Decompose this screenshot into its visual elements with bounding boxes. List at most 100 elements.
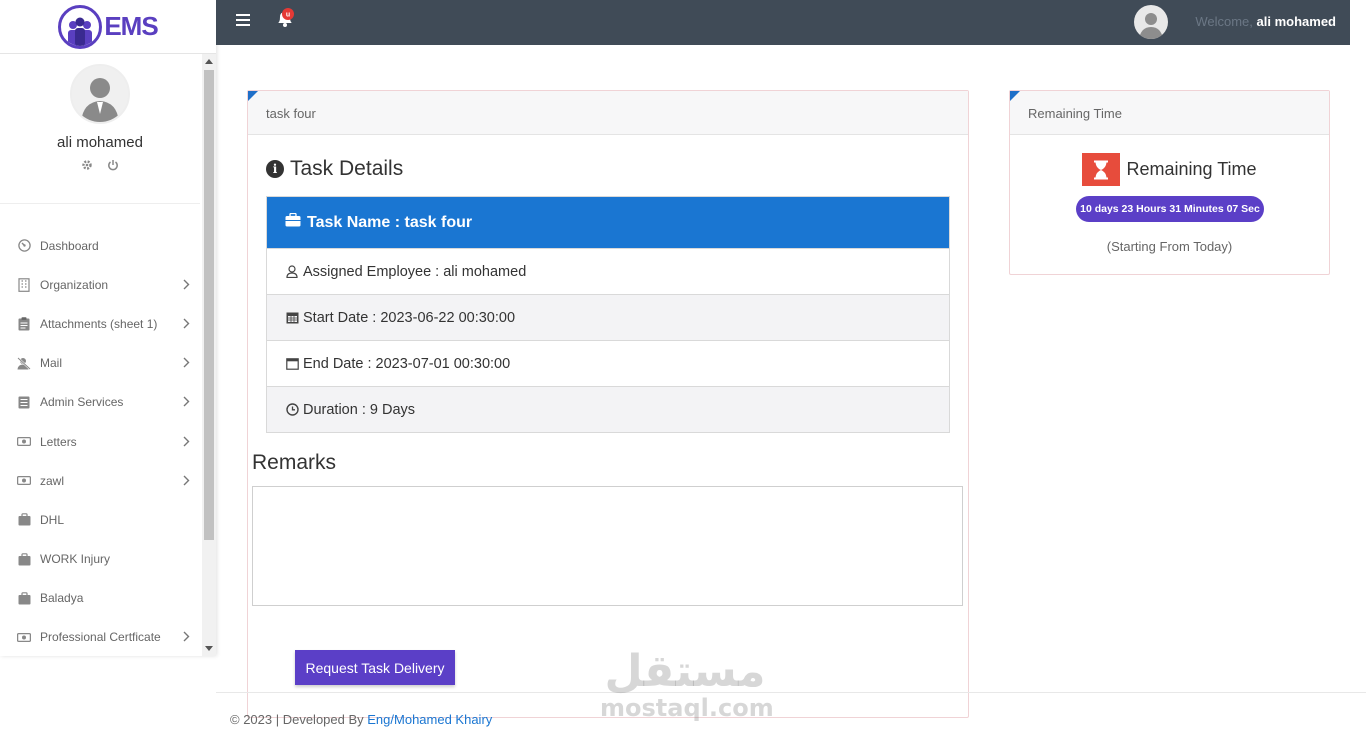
sidebar-profile: ali mohamed	[0, 54, 200, 204]
end-date-text: End Date : 2023-07-01 00:30:00	[303, 355, 511, 372]
card-corner-accent	[248, 91, 258, 101]
logo-text: EMS	[104, 11, 158, 41]
remaining-time-title: Remaining Time	[1010, 153, 1329, 186]
welcome-prefix: Welcome,	[1195, 14, 1253, 29]
user-avatar[interactable]	[1134, 5, 1168, 39]
remaining-time-card-header: Remaining Time	[1010, 91, 1329, 135]
welcome-user-name: ali mohamed	[1256, 14, 1336, 29]
chevron-right-icon	[183, 394, 190, 410]
duration-text: Duration : 9 Days	[303, 401, 416, 418]
countdown-subtitle: (Starting From Today)	[1106, 239, 1233, 254]
mostaql-watermark: مستقل mostaql.com	[600, 646, 774, 722]
task-details-title-text: Task Details	[290, 157, 404, 180]
building-icon	[16, 277, 32, 292]
avatar	[70, 64, 130, 124]
bell-icon[interactable]: u	[274, 8, 298, 35]
scroll-down-arrow[interactable]	[205, 646, 213, 651]
sidebar-item-dhl[interactable]: DHL	[0, 500, 200, 539]
sidebar-item-admin-services[interactable]: Admin Services	[0, 383, 200, 422]
profile-name: ali mohamed	[57, 134, 143, 151]
sidebar-scrollbar[interactable]	[202, 54, 216, 656]
remaining-time-card: Remaining Time Remaining Time 10 days 23…	[1009, 90, 1330, 275]
remaining-time-title-text: Remaining Time	[1126, 159, 1257, 179]
countdown-badge: 10 days 23 Hours 31 Minutes 07 Sec	[1076, 196, 1264, 222]
chevron-right-icon	[183, 316, 190, 332]
briefcase-icon	[16, 591, 32, 605]
welcome-text[interactable]: Welcome, ali mohamed	[1195, 14, 1336, 29]
watermark-latin: mostaql.com	[600, 694, 774, 722]
footer: © 2023 | Developed By Eng/Mohamed Khairy	[230, 712, 492, 727]
task-details-list: Task Name : task four Assigned Employee …	[266, 196, 950, 433]
chevron-right-icon	[183, 355, 190, 371]
sidebar-item-label: Professional Certficate	[40, 630, 161, 645]
chevron-right-icon	[183, 473, 190, 489]
money-icon	[16, 474, 32, 488]
sidebar-item-mail[interactable]: Mail	[0, 344, 200, 383]
scroll-up-arrow[interactable]	[205, 59, 213, 64]
sidebar-scroll-area: ali mohamed Dashboard Organization Attachm…	[0, 54, 216, 656]
hourglass-icon	[1082, 153, 1121, 186]
duration-row: Duration : 9 Days	[267, 386, 949, 432]
task-details-title: i Task Details	[266, 157, 403, 181]
money-icon	[16, 630, 32, 644]
gauge-icon	[16, 239, 32, 253]
chevron-right-icon	[183, 434, 190, 450]
sidebar-item-label: Mail	[40, 356, 63, 371]
card-corner-accent	[1010, 91, 1020, 101]
remarks-title: Remarks	[252, 451, 337, 474]
info-icon: i	[266, 160, 284, 178]
notification-badge: u	[286, 12, 290, 19]
user-slash-icon	[16, 356, 32, 370]
watermark-arabic: مستقل	[604, 646, 766, 697]
sidebar-item-label: Letters	[40, 434, 77, 449]
power-icon[interactable]	[107, 159, 119, 174]
task-name: Task Name : task four	[307, 213, 473, 231]
briefcase-icon	[16, 513, 32, 527]
end-date-row: End Date : 2023-07-01 00:30:00	[267, 340, 949, 386]
footer-text: © 2023 | Developed By	[230, 712, 368, 727]
scrollbar-thumb[interactable]	[204, 70, 214, 540]
sidebar-item-label: Baladya	[40, 591, 84, 606]
sidebar-item-label: Dashboard	[40, 238, 99, 253]
remarks-textarea[interactable]	[252, 486, 963, 606]
menu-toggle-icon[interactable]	[236, 14, 250, 26]
sidebar-item-baladya[interactable]: Baladya	[0, 579, 200, 618]
sidebar-item-attachments-sheet-1[interactable]: Attachments (sheet 1)	[0, 304, 200, 343]
sidebar-item-zawl[interactable]: zawl	[0, 461, 200, 500]
clipboard-icon	[16, 317, 32, 331]
briefcase-icon	[285, 212, 301, 232]
chevron-right-icon	[183, 629, 190, 645]
top-navbar: u Welcome, ali mohamed	[216, 0, 1350, 45]
brand-logo[interactable]: EMS	[0, 0, 216, 54]
chevron-right-icon	[183, 277, 190, 293]
sidebar-item-label: DHL	[40, 512, 65, 527]
sidebar: EMS ali mohamed Dashboard Organization Att…	[0, 0, 216, 656]
sidebar-item-label: zawl	[40, 473, 65, 488]
team-logo-icon	[58, 4, 103, 49]
sidebar-item-professional-certficate[interactable]: Professional Certficate	[0, 618, 200, 656]
sidebar-item-label: Admin Services	[40, 395, 124, 410]
sidebar-item-organization[interactable]: Organization	[0, 265, 200, 304]
task-name-header: Task Name : task four	[267, 197, 949, 248]
start-date-row: Start Date : 2023-06-22 00:30:00	[267, 294, 949, 340]
developer-link[interactable]: Eng/Mohamed Khairy	[367, 712, 492, 727]
task-card-header: task four	[248, 91, 968, 135]
sidebar-item-letters[interactable]: Letters	[0, 422, 200, 461]
request-task-delivery-button[interactable]: Request Task Delivery	[295, 650, 455, 685]
sidebar-item-label: WORK Injury	[40, 552, 111, 567]
gear-icon[interactable]	[81, 159, 93, 174]
sidebar-item-label: Attachments (sheet 1)	[40, 316, 158, 331]
money-icon	[16, 435, 32, 449]
sidebar-item-label: Organization	[40, 277, 109, 292]
user-icon	[285, 265, 299, 278]
calendar-icon	[285, 311, 299, 324]
task-card: task four i Task Details Task Name : tas…	[247, 90, 969, 718]
sidebar-item-work-injury[interactable]: WORK Injury	[0, 540, 200, 579]
footer-divider	[216, 692, 1366, 693]
start-date-text: Start Date : 2023-06-22 00:30:00	[303, 309, 516, 326]
briefcase-icon	[16, 552, 32, 566]
sidebar-item-dashboard[interactable]: Dashboard	[0, 226, 200, 265]
calendar-empty-icon	[285, 357, 299, 370]
clock-icon	[285, 403, 299, 416]
list-icon	[16, 395, 32, 409]
